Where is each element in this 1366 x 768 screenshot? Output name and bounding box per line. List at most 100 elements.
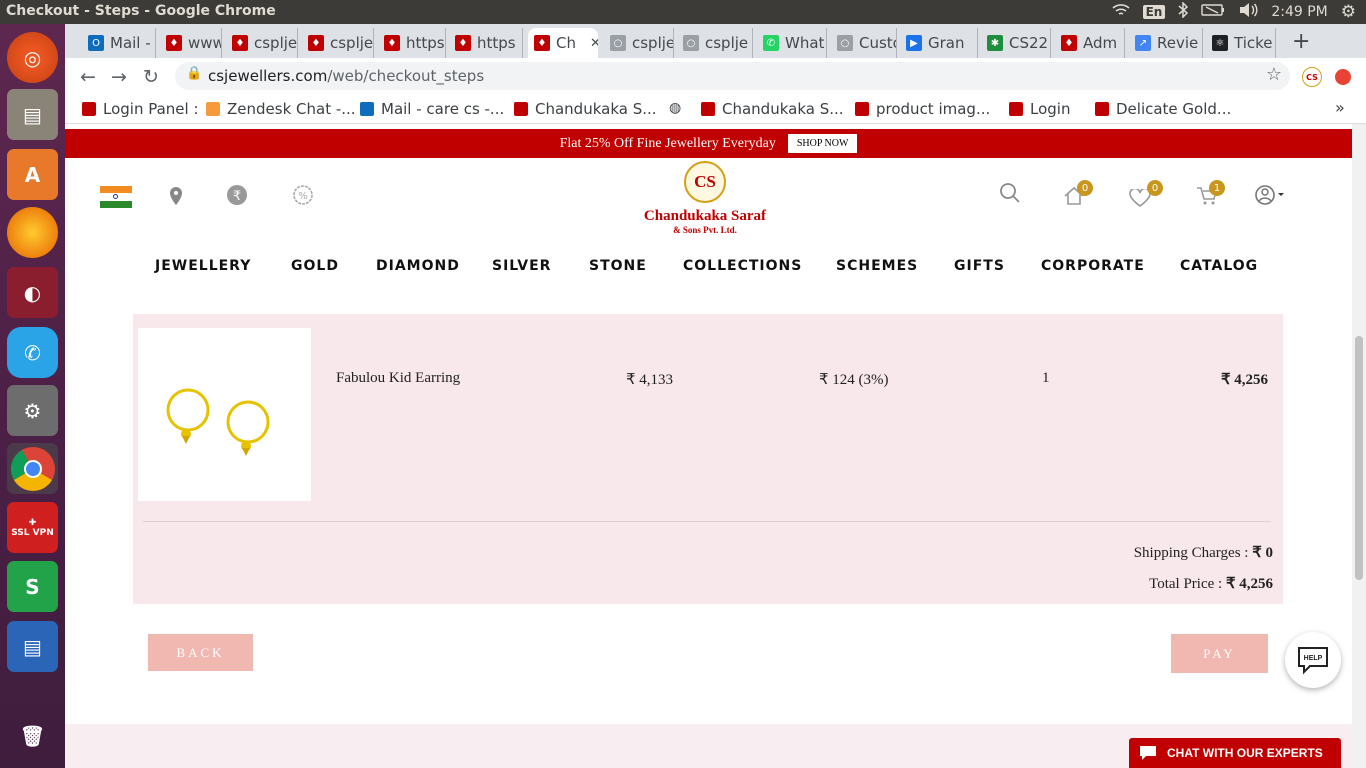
tab-item[interactable]: ↗ Revie: [1129, 28, 1203, 58]
tab-item[interactable]: ○ Custo: [831, 28, 897, 58]
tab-favicon-icon: ♦: [166, 35, 182, 51]
tab-item[interactable]: ○ csplje: [604, 28, 674, 58]
tab-favicon-icon: ○: [610, 35, 626, 51]
nav-item[interactable]: JEWELLERY: [155, 258, 251, 274]
nav-item[interactable]: COLLECTIONS: [683, 258, 802, 274]
bookmark-item[interactable]: product imag...: [855, 100, 990, 118]
bookmark-item[interactable]: Delicate Gold...: [1095, 100, 1231, 118]
trash-icon[interactable]: 🗑: [7, 710, 58, 761]
softphone-icon[interactable]: ✆: [7, 327, 58, 378]
back-button[interactable]: BACK: [148, 634, 253, 671]
software-center-icon[interactable]: A: [7, 149, 58, 200]
product-name[interactable]: Fabulou Kid Earring: [336, 370, 460, 387]
battery-icon[interactable]: [1201, 3, 1225, 21]
bookmark-item[interactable]: Mail - care cs -...: [360, 100, 504, 118]
tab-item[interactable]: ♦ https: [449, 28, 523, 58]
nav-item[interactable]: CORPORATE: [1041, 258, 1145, 274]
wifi-icon[interactable]: [1112, 3, 1130, 21]
line-total: ₹ 4,256: [1220, 372, 1268, 388]
tab-item[interactable]: ♦ Adm: [1055, 28, 1125, 58]
rupee-coin-icon[interactable]: ₹: [226, 184, 248, 211]
tab-label: csplje: [632, 34, 674, 52]
site-logo[interactable]: CS Chandukaka Saraf & Sons Pvt. Ltd.: [635, 161, 775, 241]
bookmark-label: Delicate Gold...: [1116, 100, 1232, 118]
tab-item[interactable]: ♦ csplje: [302, 28, 374, 58]
scrollbar-thumb[interactable]: [1355, 336, 1363, 580]
bookmark-item[interactable]: Chandukaka S...: [701, 100, 844, 118]
close-tab-icon[interactable]: ✕: [590, 36, 598, 51]
chrome-icon[interactable]: [7, 443, 58, 494]
bookmark-item[interactable]: Login: [1009, 100, 1070, 118]
tab-active[interactable]: ♦ Ch ✕: [528, 28, 598, 58]
new-tab-button[interactable]: +: [1292, 29, 1310, 54]
nav-item[interactable]: DIAMOND: [376, 258, 460, 274]
volume-icon[interactable]: [1238, 2, 1258, 22]
bookmark-favicon-icon: [82, 102, 96, 116]
tab-item[interactable]: ✱ CS22: [981, 28, 1051, 58]
reload-icon[interactable]: ↻: [140, 66, 162, 88]
bookmark-label: Login Panel :: [103, 100, 199, 118]
spreadsheet-icon[interactable]: S: [7, 561, 58, 612]
offers-badge-icon[interactable]: %: [292, 184, 314, 211]
tab-item[interactable]: O Mail -: [82, 28, 156, 58]
store-locator-pin-icon[interactable]: [169, 186, 183, 211]
tab-label: https: [406, 34, 445, 52]
help-chat-button[interactable]: HELP: [1285, 632, 1341, 688]
tab-item[interactable]: ○ csplje: [677, 28, 753, 58]
shipping-label: Shipping Charges :: [1133, 545, 1249, 561]
keyboard-layout-indicator[interactable]: En: [1142, 5, 1166, 19]
bookmarks-bar: Login Panel : Zendesk Chat -... Mail - car…: [65, 94, 1366, 124]
files-icon[interactable]: ▤: [7, 89, 58, 140]
logo-subtitle: & Sons Pvt. Ltd.: [673, 225, 737, 235]
bookmark-label: Chandukaka S...: [535, 100, 657, 118]
globe-icon[interactable]: ◍: [669, 100, 681, 116]
back-arrow-icon[interactable]: ←: [77, 66, 99, 88]
lock-icon[interactable]: 🔒: [186, 66, 202, 81]
chat-with-experts-button[interactable]: CHAT WITH OUR EXPERTS: [1129, 738, 1341, 768]
forward-arrow-icon[interactable]: →: [108, 66, 130, 88]
tab-item[interactable]: ▶ Gran: [900, 28, 978, 58]
extension-red-icon[interactable]: [1335, 69, 1351, 85]
tab-item[interactable]: ♦ https: [378, 28, 446, 58]
settings-gear-icon[interactable]: ⚙: [1341, 2, 1356, 22]
pay-button[interactable]: PAY: [1171, 634, 1268, 673]
ubuntu-dash-icon[interactable]: ◎: [7, 32, 58, 83]
nav-item[interactable]: STONE: [589, 258, 647, 274]
nav-item[interactable]: SILVER: [492, 258, 551, 274]
bookmark-item[interactable]: Zendesk Chat -...: [206, 100, 356, 118]
tab-item[interactable]: ⚛ Ticke: [1206, 28, 1276, 58]
extension-cs-icon[interactable]: CS: [1302, 67, 1322, 87]
remmina-icon[interactable]: ◐: [7, 267, 58, 318]
more-bookmarks-icon[interactable]: »: [1335, 98, 1345, 117]
nav-item[interactable]: SCHEMES: [836, 258, 918, 274]
bookmark-star-icon[interactable]: ☆: [1266, 64, 1282, 85]
tab-favicon-icon: O: [88, 35, 104, 51]
nav-item[interactable]: CATALOG: [1180, 258, 1258, 274]
tab-item[interactable]: ♦ csplje: [226, 28, 298, 58]
nav-item[interactable]: GOLD: [291, 258, 339, 274]
firefox-icon[interactable]: [7, 207, 58, 258]
user-account-icon[interactable]: [1254, 184, 1286, 211]
bluetooth-icon[interactable]: [1178, 1, 1189, 22]
nav-item[interactable]: GIFTS: [954, 258, 1005, 274]
bookmark-item[interactable]: Login Panel :: [82, 100, 199, 118]
tab-item[interactable]: ♦ www: [160, 28, 222, 58]
wishlist-count-badge: 0: [1147, 180, 1163, 196]
india-flag-icon[interactable]: [100, 186, 132, 208]
window-title: Checkout - Steps - Google Chrome: [6, 3, 276, 19]
system-top-bar: Checkout - Steps - Google Chrome En 2:49…: [0, 0, 1366, 24]
shop-now-button[interactable]: SHOP NOW: [787, 134, 858, 153]
system-settings-icon[interactable]: ⚙: [7, 385, 58, 436]
tab-item[interactable]: ✆ What: [757, 28, 827, 58]
search-icon[interactable]: [999, 182, 1021, 209]
product-quantity: 1: [1042, 370, 1050, 386]
ssl-vpn-icon[interactable]: ✚ SSL VPN: [7, 502, 58, 553]
system-tray: En 2:49 PM ⚙: [1112, 1, 1356, 22]
clock[interactable]: 2:49 PM: [1271, 4, 1327, 20]
logo-mark: CS: [684, 161, 726, 203]
tab-favicon-icon: ♦: [232, 35, 248, 51]
writer-icon[interactable]: ▤: [7, 621, 58, 672]
page-scrollbar[interactable]: [1352, 124, 1366, 768]
bookmark-item[interactable]: Chandukaka S...: [514, 100, 657, 118]
address-bar[interactable]: 🔒 csjewellers.com/web/checkout_steps ☆: [175, 62, 1290, 90]
